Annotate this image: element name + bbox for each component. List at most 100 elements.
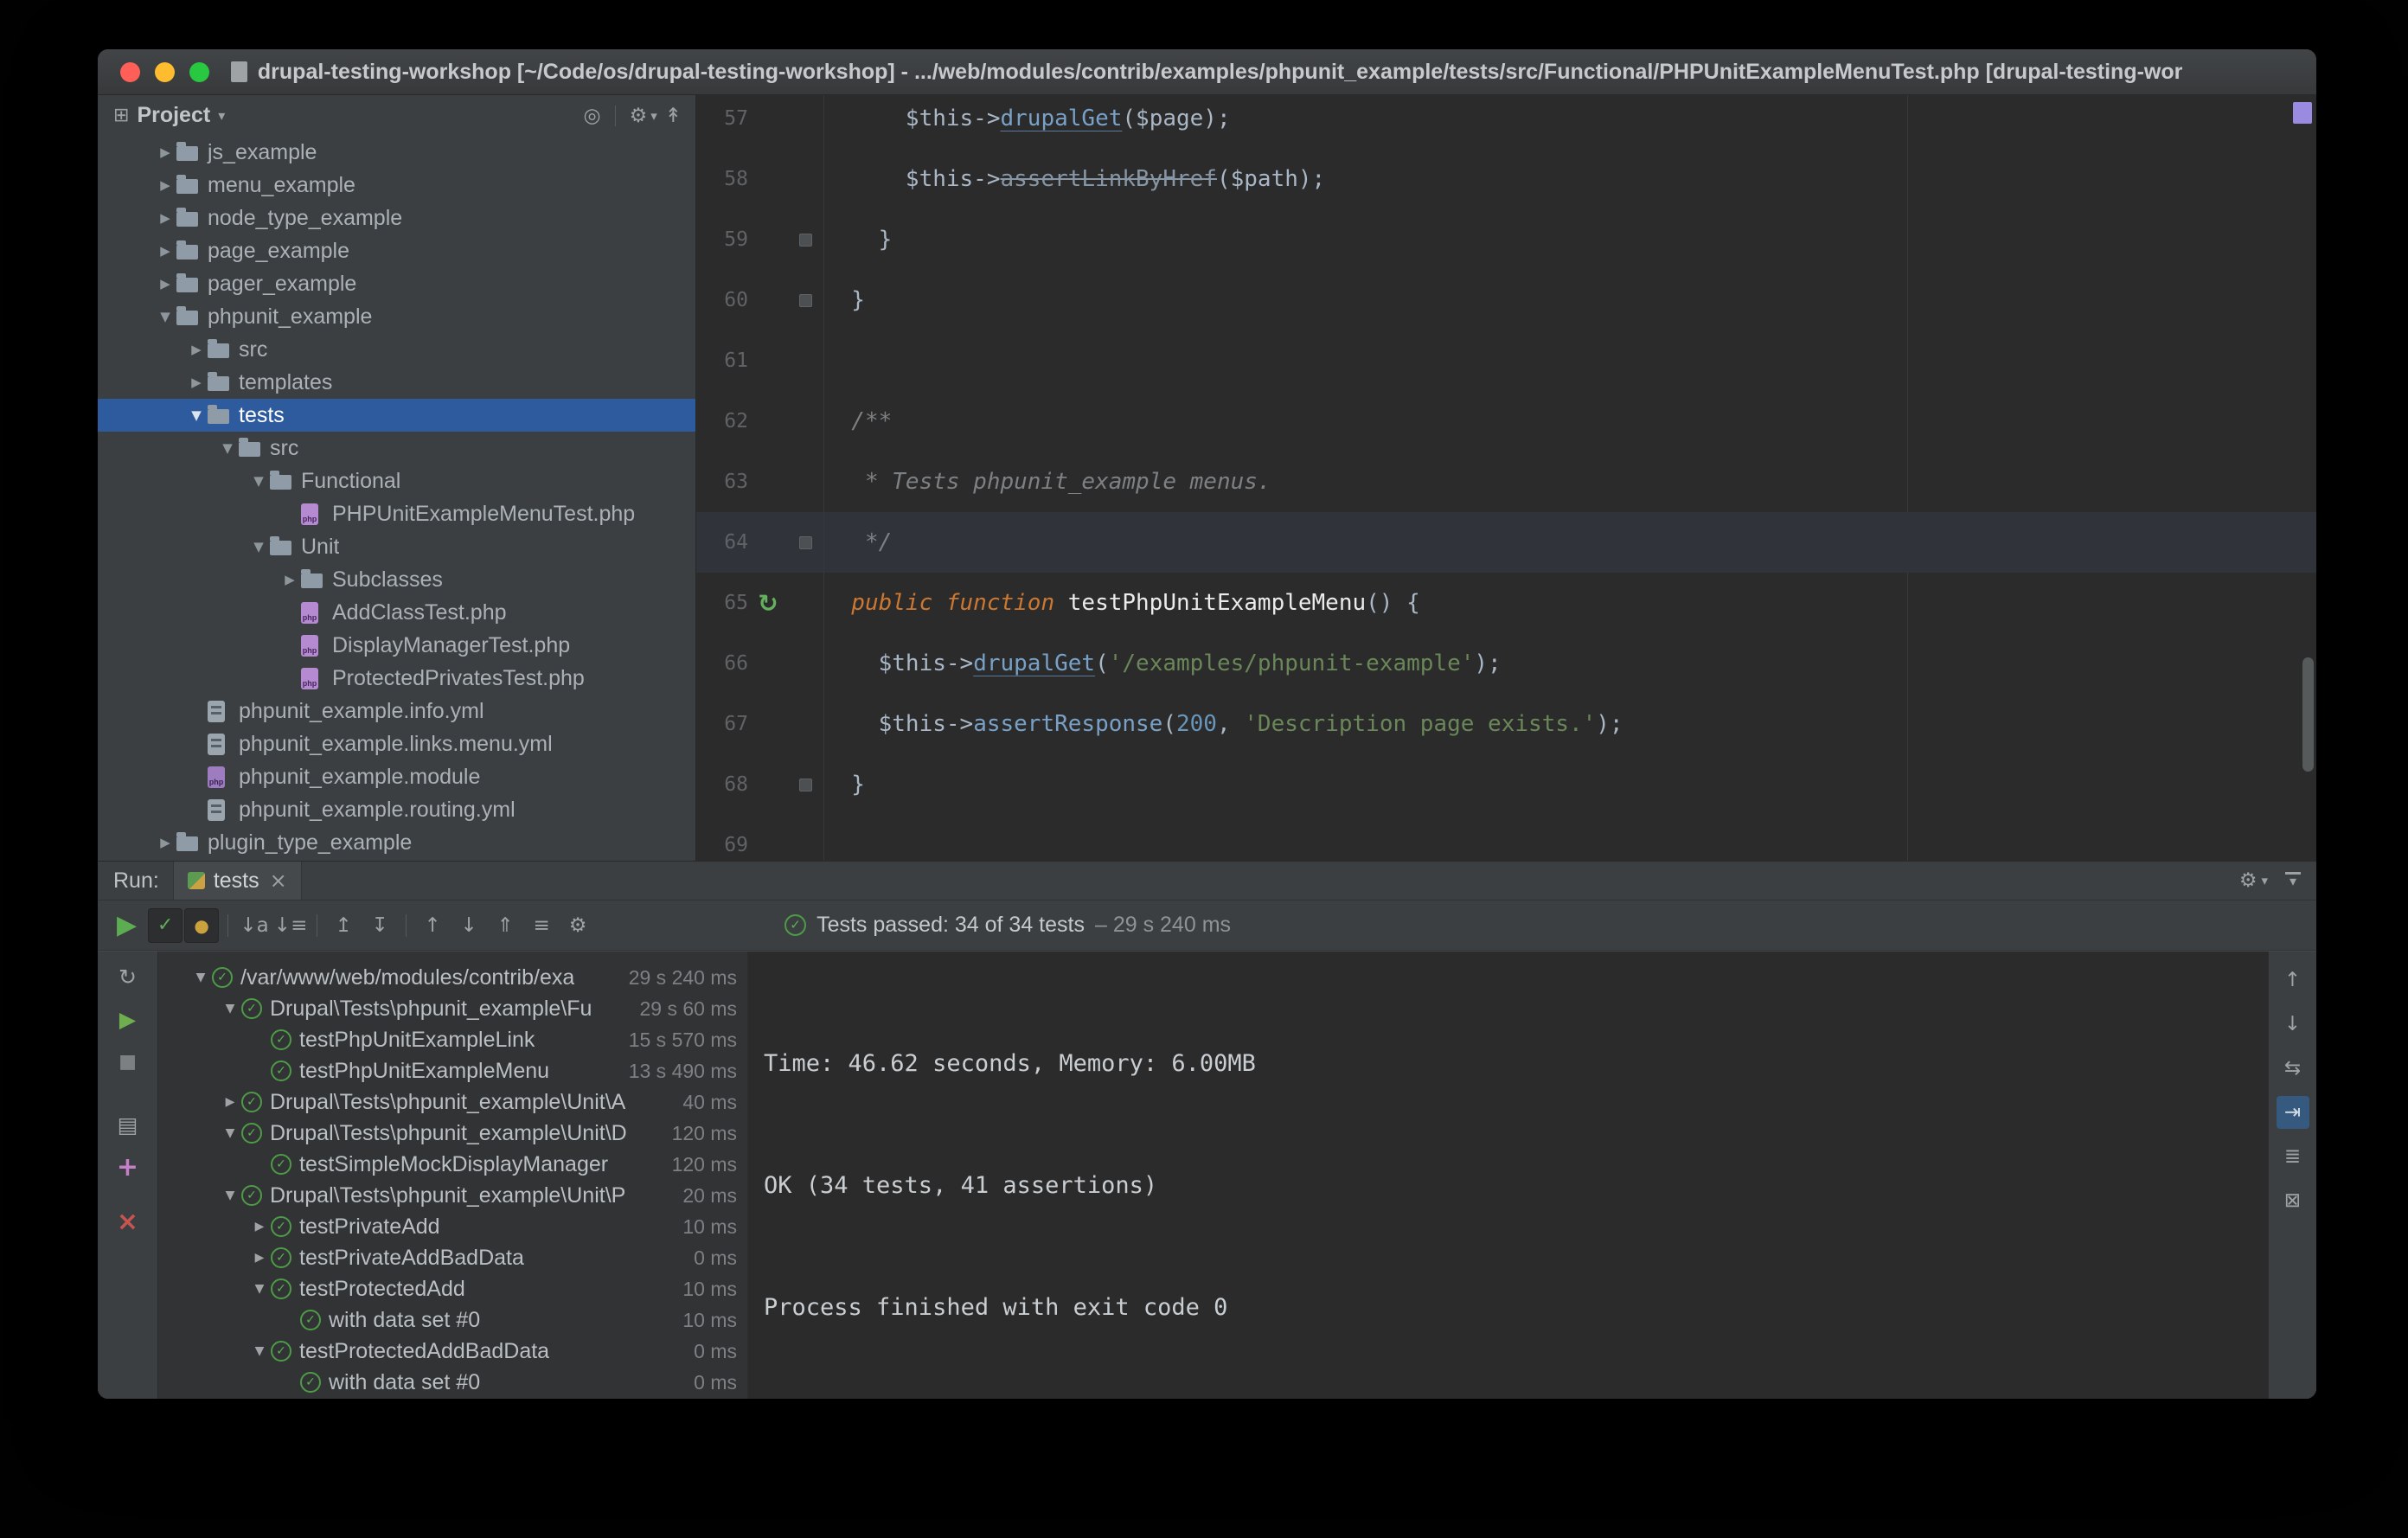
previous-occurrence-button[interactable]: ↑ bbox=[415, 908, 450, 943]
project-tree-item[interactable]: ▶ js_example bbox=[98, 136, 695, 169]
editor-line[interactable]: 68 } bbox=[696, 754, 2316, 815]
test-tree-item[interactable]: ▼ ✓ Drupal\Tests\phpunit_example\Unit\P 20 … bbox=[158, 1180, 747, 1211]
test-tree-item[interactable]: ▼ ✓ testProtectedAdd 10 ms bbox=[158, 1273, 747, 1304]
project-tree-item[interactable]: ▶ plugin_type_example bbox=[98, 826, 695, 859]
project-tree-item[interactable]: phpunit_example.info.yml bbox=[98, 695, 695, 727]
editor-line[interactable]: 62 /** bbox=[696, 391, 2316, 452]
tree-expanded-arrow-icon[interactable]: ▼ bbox=[154, 309, 176, 324]
test-tree-item[interactable]: ✓ testPhpUnitExampleMenu 13 s 490 ms bbox=[158, 1055, 747, 1086]
test-tree-item[interactable]: ▼ ✓ Drupal\Tests\phpunit_example\Unit\D 120… bbox=[158, 1118, 747, 1149]
editor-line[interactable]: 66 $this->drupalGet('/examples/phpunit-e… bbox=[696, 633, 2316, 694]
chevron-down-icon[interactable]: ▾ bbox=[2261, 873, 2268, 888]
expand-all-button[interactable]: ↥ bbox=[326, 908, 361, 943]
tree-expanded-arrow-icon[interactable]: ▼ bbox=[248, 1282, 271, 1296]
test-tree-item[interactable]: ✓ testSimpleMockDisplayManager 120 ms bbox=[158, 1149, 747, 1180]
tree-collapsed-arrow-icon[interactable]: ▶ bbox=[248, 1220, 271, 1234]
show-passed-toggle[interactable]: ✓ bbox=[148, 907, 183, 943]
project-tree-item[interactable]: ▼ Functional bbox=[98, 465, 695, 497]
import-test-results-button[interactable]: ⇑ bbox=[488, 908, 522, 943]
tree-collapsed-arrow-icon[interactable]: ▶ bbox=[154, 243, 176, 259]
soft-wrap-icon[interactable]: ⇆ bbox=[2277, 1052, 2309, 1085]
locate-file-icon[interactable]: ◎ bbox=[583, 105, 600, 127]
tree-collapsed-arrow-icon[interactable]: ▶ bbox=[154, 177, 176, 193]
editor-line[interactable]: 58 $this->assertLinkByHref($path); bbox=[696, 149, 2316, 209]
close-tab-icon[interactable]: × bbox=[270, 868, 287, 893]
gear-icon[interactable]: ⚙ bbox=[630, 105, 648, 127]
run-tab-tests[interactable]: tests × bbox=[172, 862, 302, 900]
tree-collapsed-arrow-icon[interactable]: ▶ bbox=[279, 572, 301, 587]
rerun-failed-tests-icon[interactable]: ▶ bbox=[119, 1006, 136, 1032]
editor-scrollbar[interactable] bbox=[2302, 657, 2314, 772]
test-tree-item[interactable]: ✓ with data set #0 0 ms bbox=[158, 1367, 747, 1398]
project-tree-item[interactable]: ▶ node_type_example bbox=[98, 202, 695, 234]
editor-line[interactable]: 60 } bbox=[696, 270, 2316, 330]
tree-expanded-arrow-icon[interactable]: ▼ bbox=[247, 473, 270, 489]
scroll-down-icon[interactable]: ↓ bbox=[2277, 1008, 2309, 1041]
print-icon[interactable]: ≣ bbox=[2277, 1140, 2309, 1173]
test-tree-item[interactable]: ▶ ✓ testPrivateAdd 10 ms bbox=[158, 1211, 747, 1242]
test-history-button[interactable]: ≡ bbox=[524, 908, 559, 943]
gear-icon[interactable]: ⚙ bbox=[2239, 869, 2258, 892]
minimize-window-button[interactable] bbox=[155, 61, 175, 82]
test-tree-item[interactable]: ▼ ✓ /var/www/web/modules/contrib/exa 29 s 2… bbox=[158, 962, 747, 993]
project-tree-item[interactable]: ▶ page_example bbox=[98, 234, 695, 267]
project-tree-item[interactable]: ▶ Subclasses bbox=[98, 563, 695, 596]
tree-expanded-arrow-icon[interactable]: ▼ bbox=[248, 1344, 271, 1358]
test-tree-item[interactable]: ▶ ✓ Drupal\Tests\phpunit_example\Unit\A 40 … bbox=[158, 1086, 747, 1118]
editor-line[interactable]: 63 * Tests phpunit_example menus. bbox=[696, 452, 2316, 512]
editor-line[interactable]: 59 } bbox=[696, 209, 2316, 270]
project-tree-item[interactable]: ▶ pager_example bbox=[98, 267, 695, 300]
editor-line[interactable]: 64 */ bbox=[696, 512, 2316, 573]
project-tree-item[interactable]: ▼ tests bbox=[98, 399, 695, 432]
close-window-button[interactable] bbox=[120, 61, 140, 82]
project-tree-item[interactable]: ▶ src bbox=[98, 333, 695, 366]
tree-collapsed-arrow-icon[interactable]: ▶ bbox=[154, 276, 176, 292]
project-panel-title[interactable]: Project bbox=[137, 103, 210, 128]
project-tree-item[interactable]: phpunit_example.module bbox=[98, 760, 695, 793]
project-tree-item[interactable]: DisplayManagerTest.php bbox=[98, 629, 695, 662]
project-tree-item[interactable]: AddClassTest.php bbox=[98, 596, 695, 629]
attach-debugger-icon[interactable]: + bbox=[117, 1152, 138, 1182]
scroll-to-end-icon[interactable]: ⇥ bbox=[2276, 1096, 2309, 1129]
tree-expanded-arrow-icon[interactable]: ▼ bbox=[219, 1189, 241, 1202]
next-occurrence-button[interactable]: ↓ bbox=[452, 908, 486, 943]
show-ignored-toggle[interactable]: ● bbox=[184, 907, 220, 943]
editor-line[interactable]: 65 ↻ public function testPhpUnitExampleMe… bbox=[696, 573, 2316, 633]
tree-expanded-arrow-icon[interactable]: ▼ bbox=[185, 407, 208, 423]
tree-collapsed-arrow-icon[interactable]: ▶ bbox=[154, 835, 176, 850]
project-tree-item[interactable]: ProtectedPrivatesTest.php bbox=[98, 662, 695, 695]
console-view-icon[interactable]: ▤ bbox=[118, 1112, 138, 1137]
collapse-all-icon[interactable]: ↟ bbox=[665, 105, 682, 127]
titlebar[interactable]: drupal-testing-workshop [~/Code/os/drupa… bbox=[98, 49, 2316, 95]
error-stripe-mark[interactable] bbox=[2293, 102, 2312, 124]
editor-line[interactable]: 61 bbox=[696, 330, 2316, 391]
tree-collapsed-arrow-icon[interactable]: ▶ bbox=[154, 210, 176, 226]
project-tree-item[interactable]: ▶ templates bbox=[98, 366, 695, 399]
sort-alphabetically-button[interactable]: ↓a bbox=[237, 908, 272, 943]
tree-collapsed-arrow-icon[interactable]: ▶ bbox=[219, 1095, 241, 1109]
tree-collapsed-arrow-icon[interactable]: ▶ bbox=[185, 342, 208, 357]
close-panel-icon[interactable]: × bbox=[117, 1207, 138, 1237]
editor-line[interactable]: 69 bbox=[696, 815, 2316, 861]
clear-all-icon[interactable]: ⊠ bbox=[2277, 1184, 2309, 1217]
scroll-up-icon[interactable]: ↑ bbox=[2277, 964, 2309, 996]
rerun-icon[interactable]: ↻ bbox=[118, 964, 137, 990]
test-settings-button[interactable]: ⚙ bbox=[560, 908, 595, 943]
chevron-down-icon[interactable]: ▾ bbox=[650, 108, 657, 124]
project-tree-item[interactable]: phpunit_example.routing.yml bbox=[98, 793, 695, 826]
test-tree-item[interactable]: ▼ ✓ testProtectedAddBadData 0 ms bbox=[158, 1336, 747, 1367]
sort-by-duration-button[interactable]: ↓≡ bbox=[273, 908, 308, 943]
editor-line[interactable]: 57 $this->drupalGet($page); bbox=[696, 95, 2316, 149]
tree-expanded-arrow-icon[interactable]: ▼ bbox=[219, 1002, 241, 1016]
project-tree-item[interactable]: PHPUnitExampleMenuTest.php bbox=[98, 497, 695, 530]
project-tree-item[interactable]: ▼ Unit bbox=[98, 530, 695, 563]
project-tree-item[interactable]: ▼ src bbox=[98, 432, 695, 465]
run-test-gutter-icon[interactable]: ↻ bbox=[748, 589, 788, 618]
stop-icon[interactable]: ■ bbox=[118, 1048, 137, 1074]
editor-line[interactable]: 67 $this->assertResponse(200, 'Descripti… bbox=[696, 694, 2316, 754]
tree-expanded-arrow-icon[interactable]: ▼ bbox=[247, 539, 270, 554]
tree-collapsed-arrow-icon[interactable]: ▶ bbox=[154, 144, 176, 160]
editor[interactable]: 57 $this->drupalGet($page); 58 $this->ass… bbox=[696, 95, 2316, 861]
test-tree-item[interactable]: ▼ ✓ Drupal\Tests\phpunit_example\Fu 29 s 60… bbox=[158, 993, 747, 1024]
chevron-down-icon[interactable]: ▾ bbox=[218, 107, 225, 124]
